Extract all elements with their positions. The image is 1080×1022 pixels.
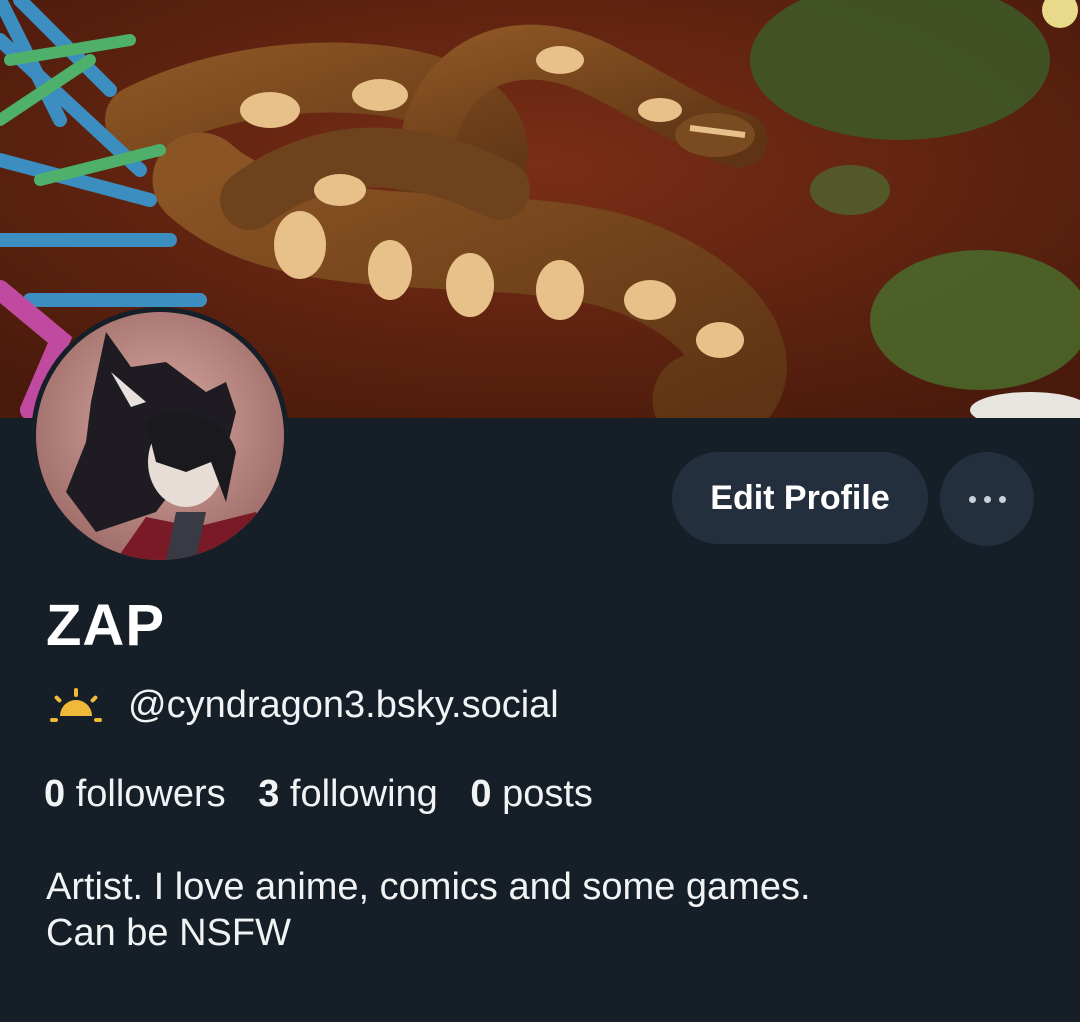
bio-line: Artist. I love anime, comics and some ga…	[46, 866, 811, 908]
handle-text[interactable]: @cyndragon3.bsky.social	[128, 684, 559, 727]
avatar-image	[36, 312, 284, 560]
sunrise-icon	[50, 687, 102, 722]
posts-label: posts	[502, 773, 593, 815]
avatar[interactable]	[31, 307, 289, 565]
followers-stat[interactable]: 0 followers	[44, 773, 226, 815]
edit-profile-button[interactable]: Edit Profile	[672, 452, 928, 544]
more-options-button[interactable]	[940, 452, 1034, 546]
followers-label: followers	[75, 773, 226, 815]
followers-count: 0	[44, 773, 66, 815]
handle-row: @cyndragon3.bsky.social	[46, 684, 559, 727]
ellipsis-icon	[965, 495, 1010, 503]
bio-line: Can be NSFW	[46, 912, 291, 954]
following-stat[interactable]: 3 following	[258, 773, 438, 815]
profile-stats: 0 followers 3 following 0 posts	[44, 773, 615, 816]
posts-stat: 0 posts	[470, 773, 593, 815]
posts-count: 0	[470, 773, 492, 815]
following-label: following	[289, 773, 438, 815]
following-count: 3	[258, 773, 280, 815]
profile-bio: Artist. I love anime, comics and some ga…	[46, 864, 1026, 956]
display-name: ZAP	[46, 593, 165, 658]
